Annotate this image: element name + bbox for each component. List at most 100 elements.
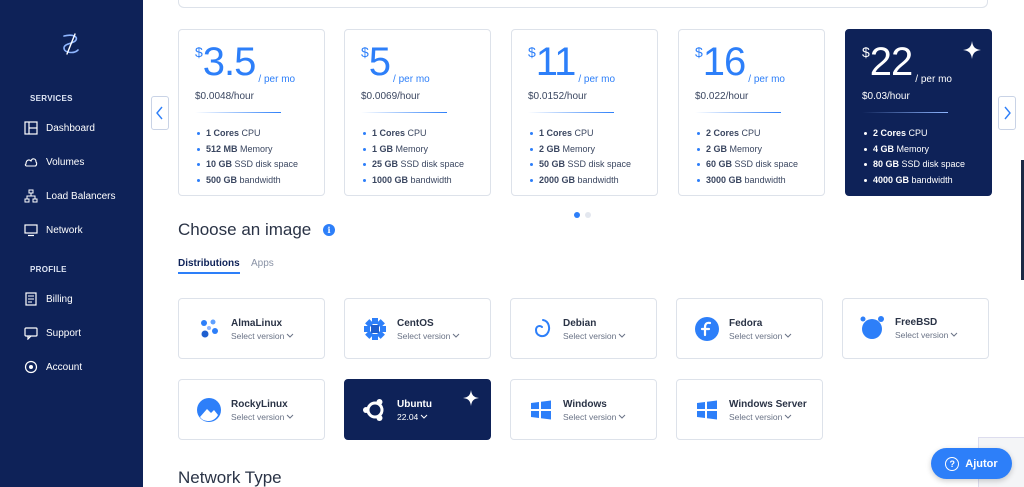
sidebar-item-volumes[interactable]: Volumes [24,152,84,172]
version-select[interactable]: Select version [563,331,626,341]
chevron-down-icon [785,333,792,338]
plan-spec: 2 Cores CPU [697,126,798,142]
plan-specs: 2 Cores CPU 2 GB Memory 60 GB SSD disk s… [697,126,798,188]
plan-amount: 22 [869,40,913,84]
almalinux-icon [201,319,218,338]
debian-icon [534,319,551,338]
plan-amount: 11 [535,40,577,84]
image-card-almalinux[interactable]: AlmaLinux Select version [178,298,325,359]
image-name: Debian [563,318,597,329]
sidebar-item-billing[interactable]: Billing [24,289,73,309]
plan-spec: 50 GB SSD disk space [530,157,631,173]
windows-icon [531,400,551,420]
plan-spec: 4000 GB bandwidth [864,173,965,189]
account-icon [24,360,38,374]
plan-spec: 1 Cores CPU [363,126,464,142]
plan-card[interactable]: $ 5 / per mo $0.0069/hour 1 Cores CPU 1 … [344,29,491,196]
plan-price: $ 5 / per mo [361,42,430,85]
plan-spec: 80 GB SSD disk space [864,157,965,173]
plan-hourly-price: $0.022/hour [695,91,749,102]
image-card-windows[interactable]: Windows Select version [510,379,657,440]
plan-hourly-price: $0.03/hour [862,91,910,102]
carousel-dot[interactable] [585,212,591,218]
plan-spec: 25 GB SSD disk space [363,157,464,173]
image-card-debian[interactable]: Debian Select version [510,298,657,359]
plan-spec: 500 GB bandwidth [197,173,298,189]
sidebar-item-label: Network [46,224,83,236]
plan-amount: 5 [368,40,391,84]
fedora-icon [695,317,719,341]
chevron-down-icon [785,414,792,419]
chevron-down-icon [619,414,626,419]
image-card-freebsd[interactable]: FreeBSD Select version [842,298,989,359]
plan-card[interactable]: $ 16 / per mo $0.022/hour 2 Cores CPU 2 … [678,29,825,196]
sidebar-item-dashboard[interactable]: Dashboard [24,118,95,138]
image-card-ubuntu-selected[interactable]: Ubuntu 22.04 [344,379,491,440]
plan-price: $ 11 / per mo [528,42,615,85]
plan-period: / per mo [393,74,430,85]
version-select[interactable]: Select version [231,331,294,341]
version-select[interactable]: Select version [563,412,626,422]
plan-currency: $ [361,44,369,60]
plan-card-selected[interactable]: $ 22 / per mo $0.03/hour 2 Cores CPU 4 G… [845,29,992,196]
brand-logo-icon[interactable] [58,32,82,56]
plan-spec: 2 Cores CPU [864,126,965,142]
plan-period: / per mo [915,74,952,85]
version-select[interactable]: Select version [729,331,792,341]
chevron-right-icon [1004,106,1011,120]
plan-spec: 60 GB SSD disk space [697,157,798,173]
sidebar-item-load-balancers[interactable]: Load Balancers [24,186,116,206]
image-name: AlmaLinux [231,318,283,329]
freebsd-icon [860,316,884,339]
version-select[interactable]: 22.04 [397,412,428,422]
chevron-down-icon [951,332,958,337]
version-select[interactable]: Select version [729,412,792,422]
image-card-rockylinux[interactable]: RockyLinux Select version [178,379,325,440]
question-icon: ? [945,456,960,471]
version-select[interactable]: Select version [231,412,294,422]
plan-price: $ 22 / per mo [862,42,952,85]
plan-hourly-price: $0.0069/hour [361,91,420,102]
services-section-label: SERVICES [30,94,73,103]
sidebar-item-label: Account [46,361,83,373]
divider [195,112,281,113]
chevron-down-icon [453,333,460,338]
sidebar-item-label: Billing [46,293,73,305]
version-select[interactable]: Select version [397,331,460,341]
chevron-down-icon [619,333,626,338]
profile-section-label: PROFILE [30,265,67,274]
image-section-title: Choose an image [178,220,312,239]
image-name: CentOS [397,318,434,329]
image-card-centos[interactable]: CentOS Select version [344,298,491,359]
sidebar-item-network[interactable]: Network [24,220,83,240]
carousel-dot-active[interactable] [574,212,580,218]
info-icon[interactable]: i [323,224,335,236]
carousel-next-button[interactable] [998,96,1016,130]
tab-distributions[interactable]: Distributions [178,258,240,274]
support-icon [24,326,38,340]
image-card-windows-server[interactable]: Windows Server Select version [676,379,823,440]
help-button[interactable]: ? Ajutor [931,448,1012,479]
plan-currency: $ [528,44,536,60]
chevron-left-icon [156,106,163,120]
sidebar-item-account[interactable]: Account [24,357,82,377]
carousel-pagination [574,212,591,218]
plan-card[interactable]: $ 11 / per mo $0.0152/hour 1 Cores CPU 2… [511,29,658,196]
plan-spec: 2 GB Memory [697,142,798,158]
sidebar-item-label: Load Balancers [46,190,116,202]
version-select[interactable]: Select version [895,330,958,340]
volumes-icon [24,155,38,169]
divider [862,112,948,113]
plan-spec: 1 Cores CPU [530,126,631,142]
plan-hourly-price: $0.0048/hour [195,91,254,102]
tab-apps[interactable]: Apps [251,258,274,269]
sidebar-item-support[interactable]: Support [24,323,81,343]
image-name: RockyLinux [231,399,288,410]
plan-card[interactable]: $ 3.5 / per mo $0.0048/hour 1 Cores CPU … [178,29,325,196]
image-card-fedora[interactable]: Fedora Select version [676,298,823,359]
sidebar-item-label: Volumes [46,156,85,168]
image-name: Windows Server [729,399,807,410]
carousel-prev-button[interactable] [151,96,169,130]
plan-period: / per mo [258,74,296,85]
plan-spec: 4 GB Memory [864,142,965,158]
